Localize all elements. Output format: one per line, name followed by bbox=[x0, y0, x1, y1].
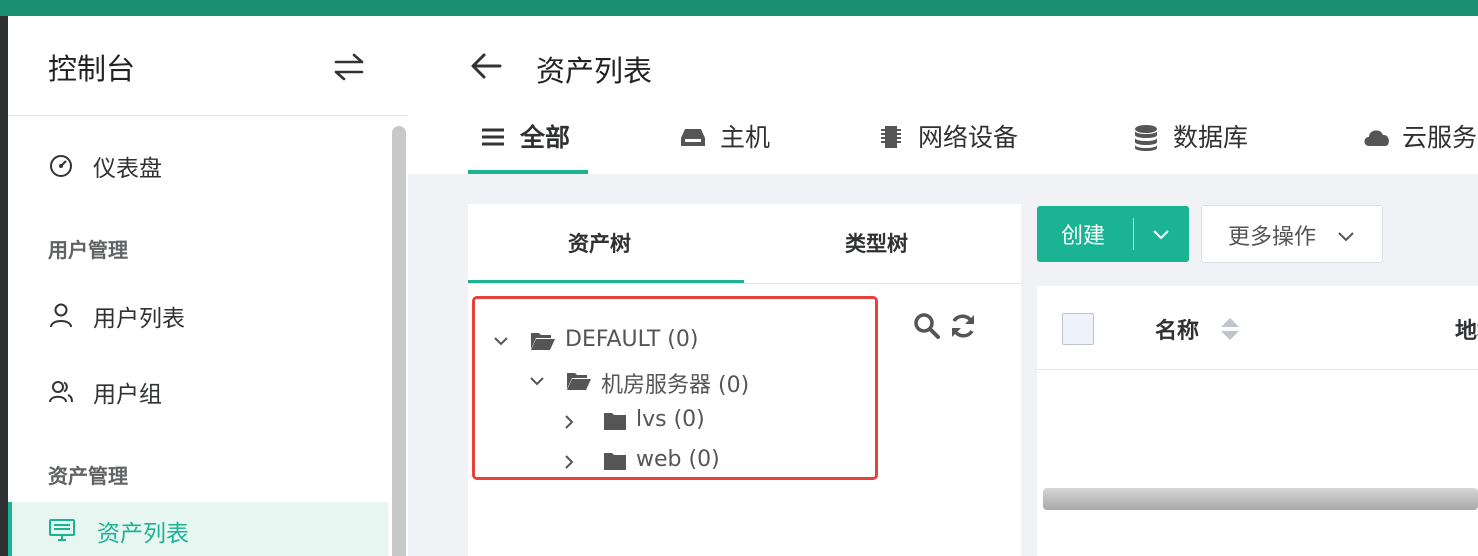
dashboard-icon bbox=[48, 152, 74, 178]
tree-node-label: lvs (0) bbox=[636, 407, 705, 432]
folder-icon bbox=[603, 450, 627, 476]
list-icon bbox=[480, 124, 506, 150]
user-group-icon bbox=[48, 378, 74, 404]
tree-tab-type[interactable]: 类型树 bbox=[845, 228, 908, 258]
chevron-down-icon[interactable] bbox=[492, 333, 510, 353]
tab-label: 全部 bbox=[520, 123, 571, 152]
column-header-name[interactable]: 名称 bbox=[1155, 313, 1199, 345]
sidebar-group-asset-management: 资产管理 bbox=[48, 464, 128, 488]
column-header-address[interactable]: 地址 bbox=[1455, 313, 1478, 345]
page-title: 资产列表 bbox=[536, 54, 653, 88]
cloud-icon bbox=[1362, 124, 1389, 150]
back-arrow-icon[interactable] bbox=[470, 52, 502, 84]
tab-label: 网络设备 bbox=[918, 123, 1019, 152]
sidebar-group-user-management: 用户管理 bbox=[48, 238, 128, 262]
create-button-label: 创建 bbox=[1061, 224, 1106, 249]
table-header-row: 名称 地址 bbox=[1037, 286, 1478, 370]
chevron-down-icon[interactable] bbox=[528, 373, 546, 393]
monitor-icon bbox=[48, 517, 75, 543]
chevron-right-icon[interactable] bbox=[561, 413, 577, 435]
sidebar-header: 控制台 bbox=[8, 16, 408, 116]
asset-table: 名称 地址 bbox=[1037, 286, 1478, 556]
tab-label: 主机 bbox=[720, 123, 771, 152]
user-icon bbox=[48, 302, 74, 328]
tree-node-label: DEFAULT (0) bbox=[565, 327, 699, 352]
window-edge bbox=[0, 16, 8, 556]
refresh-icon[interactable] bbox=[949, 312, 977, 344]
sidebar-item-asset-list[interactable]: 资产列表 bbox=[8, 502, 388, 556]
sidebar-item-dashboard[interactable]: 仪表盘 bbox=[8, 137, 388, 191]
folder-open-icon bbox=[566, 370, 592, 396]
chevron-right-icon[interactable] bbox=[561, 453, 577, 475]
chevron-down-icon[interactable] bbox=[1151, 226, 1171, 245]
collapse-toggle-icon[interactable] bbox=[332, 52, 366, 86]
more-actions-label: 更多操作 bbox=[1228, 225, 1317, 250]
top-navbar bbox=[0, 0, 1478, 16]
sidebar-item-user-list[interactable]: 用户列表 bbox=[8, 287, 388, 341]
more-actions-button[interactable]: 更多操作 bbox=[1201, 205, 1383, 263]
tab-label: 数据库 bbox=[1173, 123, 1249, 152]
sidebar-item-user-group[interactable]: 用户组 bbox=[8, 363, 388, 417]
tree-tab-divider bbox=[468, 283, 1021, 284]
sidebar-title: 控制台 bbox=[48, 52, 136, 86]
button-divider bbox=[1133, 218, 1134, 250]
sidebar-item-label: 用户列表 bbox=[93, 306, 185, 332]
sidebar-item-label: 资产列表 bbox=[97, 521, 189, 547]
tab-label: 云服务 bbox=[1402, 123, 1478, 152]
tree-tab-asset[interactable]: 资产树 bbox=[568, 228, 631, 258]
search-icon[interactable] bbox=[913, 312, 941, 344]
main-content: 资产列表 全部 主机 网络设备 数据库 云服务 资产树 类型树 DEFAULT … bbox=[408, 16, 1478, 556]
chevron-down-icon bbox=[1336, 228, 1356, 247]
folder-open-icon bbox=[530, 330, 556, 356]
database-icon bbox=[1133, 124, 1159, 151]
folder-icon bbox=[603, 410, 627, 436]
sidebar: 控制台 仪表盘 用户管理 用户列表 用户组 资产管理 资产列表 bbox=[8, 16, 408, 556]
create-button[interactable]: 创建 bbox=[1037, 206, 1189, 262]
tree-node-label: web (0) bbox=[636, 447, 720, 472]
network-device-icon bbox=[878, 124, 904, 150]
table-horizontal-scrollbar[interactable] bbox=[1043, 488, 1478, 510]
sort-icon[interactable] bbox=[1219, 316, 1241, 346]
sidebar-item-label: 用户组 bbox=[93, 382, 162, 408]
sidebar-scrollbar[interactable] bbox=[392, 126, 406, 556]
sidebar-item-label: 仪表盘 bbox=[93, 156, 162, 182]
page-header: 资产列表 全部 主机 网络设备 数据库 云服务 bbox=[408, 16, 1478, 174]
active-tab-indicator bbox=[468, 170, 588, 174]
asset-tree-panel: 资产树 类型树 DEFAULT (0) 机房服务器 (0) lvs (0) we… bbox=[468, 204, 1021, 556]
tree-node-label: 机房服务器 (0) bbox=[601, 373, 750, 398]
host-icon bbox=[680, 124, 706, 150]
select-all-checkbox[interactable] bbox=[1062, 313, 1094, 345]
